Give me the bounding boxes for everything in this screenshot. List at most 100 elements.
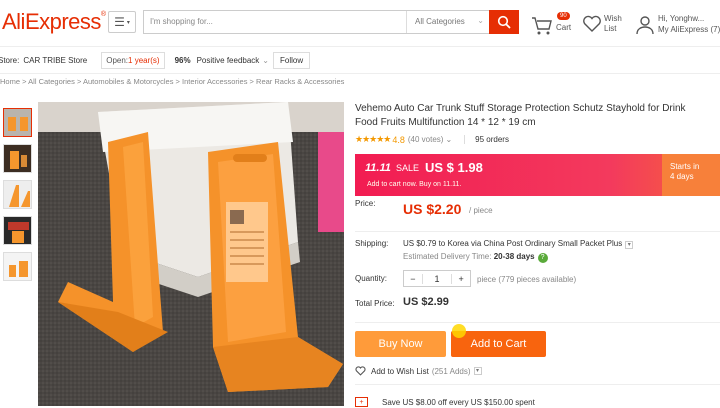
search-button[interactable] <box>489 10 519 34</box>
rating-row: ★★★★★ 4.8 (40 votes) ⌄ 95 orders <box>355 134 720 145</box>
follow-button[interactable]: Follow <box>273 51 311 69</box>
feedback-percent: 96% <box>174 55 191 65</box>
search-category-label: All Categories <box>415 17 465 26</box>
sale-price: US $ 1.98 <box>425 160 483 175</box>
quantity-plus-button[interactable]: + <box>452 274 470 284</box>
shipping-row: Shipping: US $0.79 to Korea via China Po… <box>355 238 720 268</box>
search-category-select[interactable]: All Categories ⌄ <box>406 11 490 33</box>
orders-count: 95 orders <box>464 135 509 144</box>
divider <box>355 231 720 232</box>
chevron-down-icon: ⌄ <box>477 16 484 25</box>
starts-in-label: Starts in <box>670 162 700 171</box>
wish-list-link[interactable]: Wish List <box>582 12 632 38</box>
delivery-days: 20-38 days <box>493 252 535 261</box>
main-product-image[interactable] <box>38 102 344 406</box>
hamburger-icon: ☰ <box>114 15 125 29</box>
open-label: Open: <box>106 55 129 65</box>
store-info: Store: CAR TRIBE Store <box>0 56 87 65</box>
add-to-wishlist[interactable]: Add to Wish List (251 Adds) ▾ <box>355 366 482 376</box>
search-input[interactable]: I'm shopping for... <box>150 17 213 26</box>
sale-subtext: Add to cart now. Buy on 11.11. <box>367 181 462 188</box>
heart-icon <box>583 15 601 32</box>
total-label: Total Price: <box>355 299 395 308</box>
shipping-text: US $0.79 to Korea via China Post Ordinar… <box>403 239 623 248</box>
thumbnail-5[interactable] <box>3 252 32 281</box>
wish-label-line1: Wish <box>604 14 622 23</box>
thumbnail-1[interactable] <box>3 108 32 137</box>
coupon-row: + Save US $8.00 off every US $150.00 spe… <box>355 397 535 407</box>
open-value: 1 year(s) <box>128 55 160 65</box>
user-icon <box>636 16 654 35</box>
shipping-label: Shipping: <box>355 239 389 248</box>
delivery-time: Estimated Delivery Time: 20-38 days? <box>403 252 548 263</box>
sale-tag: 11.11 <box>365 162 391 174</box>
my-aliexpress-label: My AliExpress (7) <box>658 25 720 34</box>
cursor-highlight <box>452 324 466 338</box>
price-label: Price: <box>355 199 376 208</box>
chevron-down-icon: ▾ <box>126 19 130 26</box>
quantity-minus-button[interactable]: − <box>404 274 422 284</box>
breadcrumb: Home > All Categories > Automobiles & Mo… <box>0 77 345 86</box>
cart-icon <box>532 17 552 35</box>
logo-reg-mark: ® <box>100 11 106 18</box>
divider <box>355 322 720 323</box>
chevron-down-icon[interactable]: ▾ <box>625 241 634 249</box>
store-name-link[interactable]: CAR TRIBE Store <box>23 56 87 65</box>
search-bar: I'm shopping for... All Categories ⌄ <box>143 10 489 34</box>
search-icon <box>497 15 511 29</box>
price-row: Price: US $2.20 / piece <box>355 199 720 229</box>
store-open-badge: Open:1 year(s) <box>101 51 165 69</box>
wishlist-count: (251 Adds) <box>431 366 471 376</box>
quantity-label: Quantity: <box>355 274 388 283</box>
sale-countdown: Starts in 4 days <box>662 154 720 196</box>
heart-icon <box>355 366 366 376</box>
breadcrumb-home[interactable]: Home <box>0 77 20 86</box>
category-menu-button[interactable]: ☰ ▾ <box>108 11 136 33</box>
product-title: Vehemo Auto Car Trunk Stuff Storage Prot… <box>355 103 686 128</box>
chevron-down-icon[interactable]: ⌄ <box>445 135 452 144</box>
quantity-input[interactable]: 1 <box>421 273 453 284</box>
logo-text: AliExpress <box>2 9 101 34</box>
quantity-hint: piece (779 pieces available) <box>477 275 577 284</box>
thumbnail-2[interactable] <box>3 144 32 173</box>
price-value: US $2.20 <box>403 201 462 217</box>
cart-link[interactable]: 90 Cart <box>531 12 581 38</box>
sale-banner: 11.11 SALE US $ 1.98 Add to cart now. Bu… <box>355 154 720 196</box>
sale-word: SALE <box>396 163 420 173</box>
price-unit: / piece <box>469 206 493 215</box>
thumbnail-4[interactable] <box>3 216 32 245</box>
store-prefix: Store: <box>0 55 20 65</box>
cart-count-badge: 90 <box>557 12 570 20</box>
votes-link[interactable]: (40 votes) <box>408 135 444 144</box>
thumbnail-list <box>3 108 33 288</box>
wish-label-line2: List <box>604 24 617 33</box>
product-detail: Vehemo Auto Car Trunk Stuff Storage Prot… <box>355 102 720 407</box>
top-header: AliExpress® ☰ ▾ I'm shopping for... All C… <box>0 0 720 46</box>
coupon-icon: + <box>355 397 368 407</box>
divider <box>355 384 720 385</box>
chevron-down-icon[interactable]: ▾ <box>473 367 482 375</box>
rating-value: 4.8 <box>392 134 405 145</box>
delivery-label: Estimated Delivery Time: <box>403 252 492 261</box>
breadcrumb-rear-racks[interactable]: Rear Racks & Accessories <box>256 77 344 86</box>
add-to-cart-button[interactable]: Add to Cart <box>451 331 546 357</box>
chevron-down-icon[interactable]: ⌄ <box>262 56 269 65</box>
shipping-option[interactable]: US $0.79 to Korea via China Post Ordinar… <box>403 239 634 249</box>
star-rating-icon: ★★★★★ <box>355 134 391 144</box>
user-account-link[interactable]: Hi, Yonghw... My AliExpress (7) <box>636 12 720 38</box>
aliexpress-logo[interactable]: AliExpress® <box>2 9 106 35</box>
store-feedback: 96% Positive feedback ⌄ <box>175 56 269 65</box>
breadcrumb-automobiles[interactable]: Automobiles & Motorcycles <box>83 77 173 86</box>
total-price: US $2.99 <box>403 296 449 308</box>
breadcrumb-interior-accessories[interactable]: Interior Accessories <box>182 77 247 86</box>
breadcrumb-all-categories[interactable]: All Categories <box>28 77 75 86</box>
wishlist-label: Add to Wish List <box>371 366 429 376</box>
quantity-stepper: − 1 + <box>403 270 471 287</box>
buy-now-button[interactable]: Buy Now <box>355 331 446 357</box>
store-bar: Store: CAR TRIBE Store Open:1 year(s) 96%… <box>0 46 720 74</box>
thumbnail-3[interactable] <box>3 180 32 209</box>
cart-label: Cart <box>556 23 572 32</box>
feedback-label: Positive feedback <box>196 55 260 65</box>
info-icon[interactable]: ? <box>537 253 548 263</box>
coupon-text: Save US $8.00 off every US $150.00 spent <box>382 397 535 407</box>
